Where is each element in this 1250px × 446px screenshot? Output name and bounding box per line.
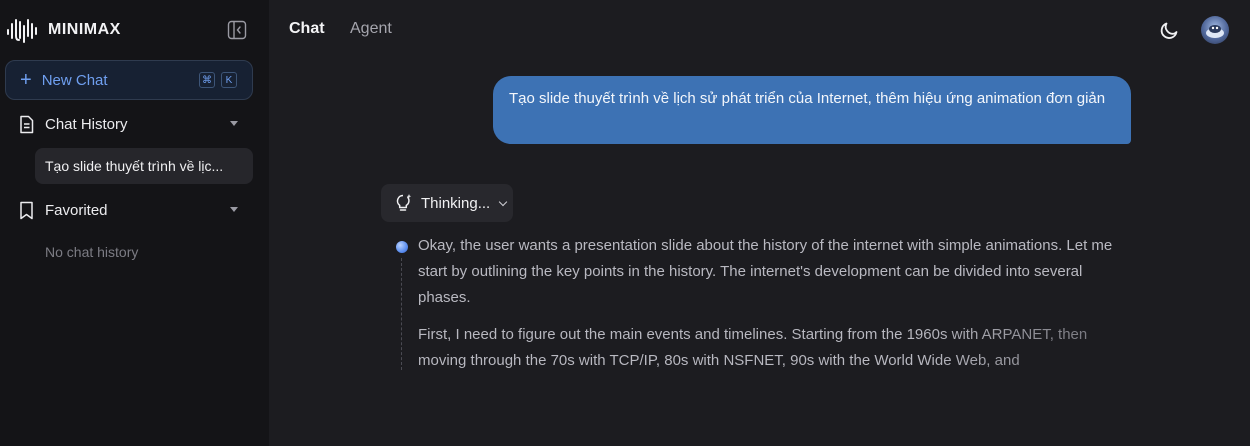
chat-history-title: Chat History: [45, 116, 128, 133]
tab-agent[interactable]: Agent: [350, 20, 392, 38]
chevron-down-icon: [498, 197, 508, 206]
chat-history-item[interactable]: Tạo slide thuyết trình về lịc...: [35, 148, 253, 184]
sidebar: MINIMAX + New Chat ⌘ K Chat History Tạo …: [0, 0, 269, 446]
thought-bullet-icon: [396, 241, 408, 253]
user-message-bubble: Tạo slide thuyết trình về lịch sử phát t…: [493, 76, 1131, 144]
thought-paragraph: Okay, the user wants a presentation slid…: [418, 237, 1113, 306]
avatar[interactable]: [1201, 16, 1229, 44]
tab-chat[interactable]: Chat: [289, 20, 325, 38]
new-chat-button[interactable]: + New Chat ⌘ K: [5, 60, 253, 100]
chevron-down-icon: [230, 207, 238, 212]
sidebar-collapse-icon: [227, 20, 247, 40]
thought-paragraph: First, I need to figure out the main eve…: [418, 322, 1118, 374]
avatar-image-icon: [1206, 25, 1224, 38]
favorited-title: Favorited: [45, 202, 108, 219]
thinking-label: Thinking...: [421, 194, 491, 212]
lightbulb-icon: [396, 194, 412, 211]
document-icon: [20, 115, 34, 134]
new-chat-label: New Chat: [41, 71, 108, 89]
moon-icon[interactable]: [1159, 19, 1181, 41]
favorited-section-toggle[interactable]: Favorited: [18, 201, 242, 220]
app-root: MINIMAX + New Chat ⌘ K Chat History Tạo …: [0, 0, 1250, 446]
k-key-badge: K: [221, 72, 237, 88]
favorited-empty-text: No chat history: [45, 244, 139, 260]
command-key-icon: ⌘: [199, 72, 215, 88]
plus-icon: +: [20, 69, 32, 91]
chat-history-section-toggle[interactable]: Chat History: [18, 115, 242, 134]
thought-timeline-line: [401, 258, 402, 370]
collapse-sidebar-button[interactable]: [227, 20, 247, 40]
brand: MINIMAX: [6, 16, 121, 44]
thinking-toggle-button[interactable]: Thinking...: [381, 184, 513, 222]
brand-name: MINIMAX: [48, 21, 121, 38]
bookmark-icon: [20, 201, 33, 220]
main-panel: Chat Agent Tạo slide thuyết trình về lịc…: [269, 0, 1250, 446]
chevron-down-icon: [230, 121, 238, 126]
minimax-logo-icon: [7, 19, 37, 43]
